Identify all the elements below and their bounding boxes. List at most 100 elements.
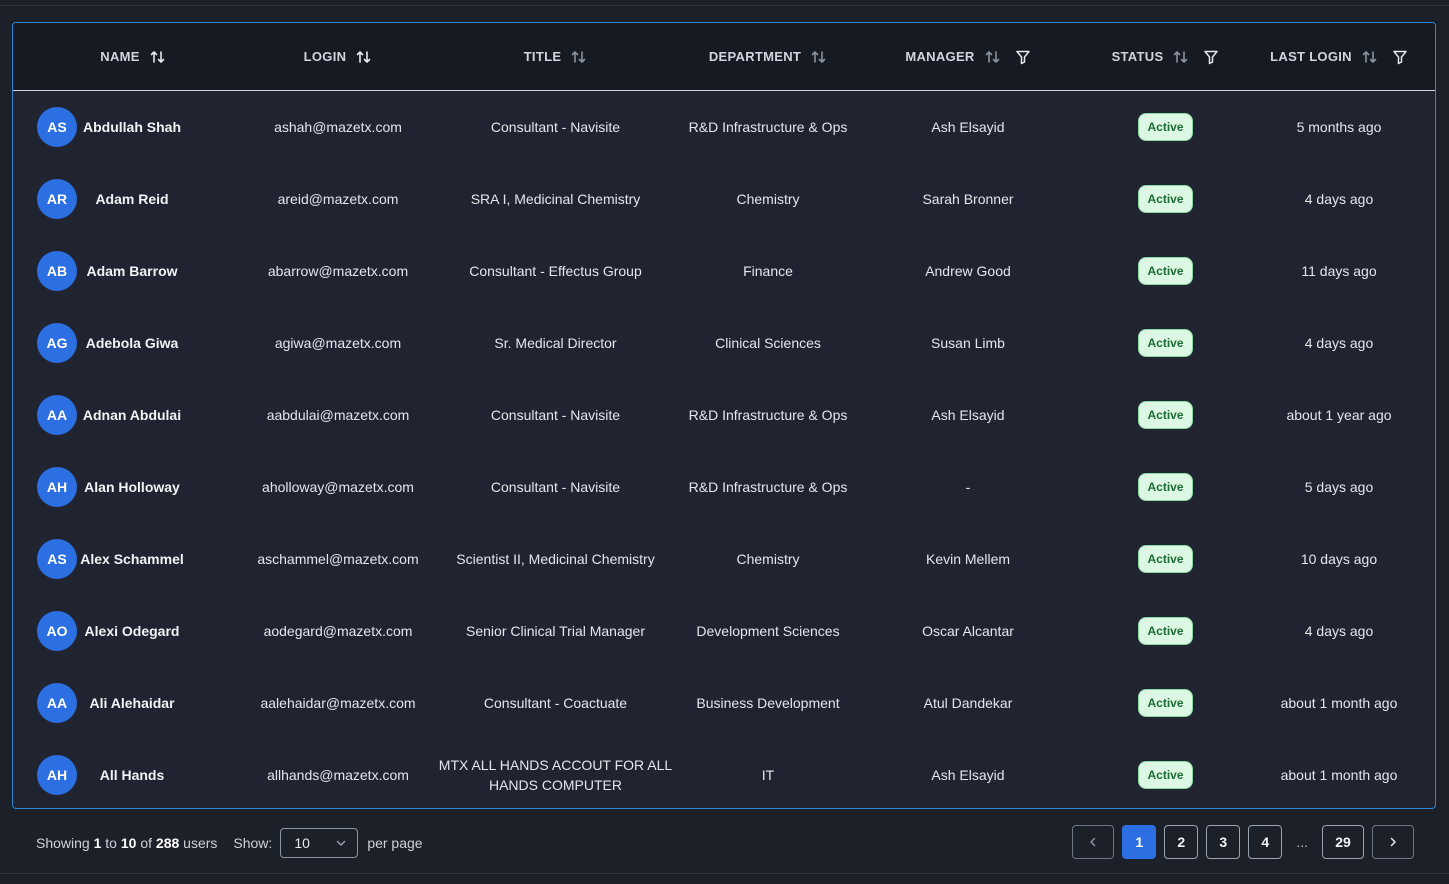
table-row[interactable]: AO Alexi Odegard aodegard@mazetx.com Sen… [13,595,1435,667]
last-login-cell: 5 months ago [1296,119,1382,135]
status-cell: Active [1088,689,1243,717]
page-button-2[interactable]: 2 [1164,825,1199,859]
footer-divider [0,873,1449,874]
column-header-name[interactable]: NAME [13,23,253,90]
sort-icon[interactable] [1173,49,1189,65]
filter-icon[interactable] [1203,49,1219,65]
login-cell: aabdulai@mazetx.com [266,407,410,423]
department-cell: IT [761,767,775,783]
person-name: Alexi Odegard [84,623,180,639]
last-login-cell: 11 days ago [1301,263,1377,279]
login-cell: agiwa@mazetx.com [274,335,402,351]
column-header-last-login[interactable]: LAST LOGIN [1243,23,1435,90]
column-header-department[interactable]: DEPARTMENT [688,23,848,90]
manager-cell: Sarah Bronner [922,191,1014,207]
table-body: AS Abdullah Shah ashah@mazetx.com Consul… [13,91,1435,808]
sort-icon[interactable] [356,49,372,65]
table-row[interactable]: AA Ali Alehaidar aalehaidar@mazetx.com C… [13,667,1435,739]
previous-page-button[interactable] [1072,825,1115,859]
table-row[interactable]: AB Adam Barrow abarrow@mazetx.com Consul… [13,235,1435,307]
table-row[interactable]: AG Adebola Giwa agiwa@mazetx.com Sr. Med… [13,307,1435,379]
status-badge: Active [1138,185,1193,213]
sort-icon[interactable] [150,49,166,65]
manager-cell: Kevin Mellem [925,551,1011,567]
column-header-title[interactable]: TITLE [423,23,688,90]
last-login-cell: about 1 year ago [1286,407,1392,423]
manager-cell: Oscar Alcantar [922,623,1014,639]
avatar: AA [37,683,77,723]
name-cell: AB Adam Barrow [13,251,253,291]
pagination-ellipsis: ... [1296,834,1308,850]
avatar: AA [37,395,77,435]
status-badge: Active [1138,473,1193,501]
title-cell: Consultant - Navisite [490,119,621,135]
manager-cell: - [965,479,971,495]
status-cell: Active [1088,401,1243,429]
status-cell: Active [1088,329,1243,357]
chevron-left-icon [1090,837,1096,847]
status-cell: Active [1088,185,1243,213]
manager-cell: Susan Limb [931,335,1005,351]
table-footer: Showing 1 to 10 of 288 users Show: 10 pe… [12,812,1436,874]
table-row[interactable]: AH All Hands allhands@mazetx.com MTX ALL… [13,739,1435,808]
name-cell: AA Adnan Abdulai [13,395,253,435]
page-button-last[interactable]: 29 [1322,825,1364,859]
status-cell: Active [1088,257,1243,285]
name-cell: AS Abdullah Shah [13,107,253,147]
column-header-manager[interactable]: MANAGER [848,23,1088,90]
avatar: AB [37,251,77,291]
table-row[interactable]: AS Alex Schammel aschammel@mazetx.com Sc… [13,523,1435,595]
manager-cell: Andrew Good [925,263,1011,279]
login-cell: abarrow@mazetx.com [267,263,409,279]
department-cell: Finance [743,263,793,279]
department-cell: R&D Infrastructure & Ops [688,479,848,495]
status-badge: Active [1138,329,1193,357]
status-badge: Active [1138,113,1193,141]
status-cell: Active [1088,617,1243,645]
table-row[interactable]: AR Adam Reid areid@mazetx.com SRA I, Med… [13,163,1435,235]
filter-icon[interactable] [1015,49,1031,65]
name-cell: AA Ali Alehaidar [13,683,253,723]
avatar: AO [37,611,77,651]
title-cell: SRA I, Medicinal Chemistry [470,191,641,207]
page-button-3[interactable]: 3 [1206,825,1241,859]
status-badge: Active [1138,545,1193,573]
avatar: AS [37,539,77,579]
person-name: Adebola Giwa [85,335,179,351]
login-cell: areid@mazetx.com [277,191,399,207]
name-cell: AO Alexi Odegard [13,611,253,651]
page-button-4[interactable]: 4 [1248,825,1283,859]
person-name: Alex Schammel [80,551,184,567]
person-name: Adam Barrow [86,263,178,279]
sort-icon[interactable] [1362,49,1378,65]
table-row[interactable]: AS Abdullah Shah ashah@mazetx.com Consul… [13,91,1435,163]
sort-icon[interactable] [811,49,827,65]
sort-icon[interactable] [571,49,587,65]
department-cell: Business Development [696,695,840,711]
manager-cell: Ash Elsayid [931,407,1005,423]
status-cell: Active [1088,113,1243,141]
page-size-value: 10 [294,835,310,851]
next-page-button[interactable] [1372,825,1414,859]
filter-icon[interactable] [1392,49,1408,65]
column-header-login[interactable]: LOGIN [253,23,423,90]
pagination: 1 2 3 4 ... 29 [1064,825,1414,859]
column-header-status[interactable]: STATUS [1088,23,1243,90]
chevron-right-icon [1390,837,1396,847]
page-button-1[interactable]: 1 [1122,825,1157,859]
last-login-cell: 4 days ago [1304,191,1374,207]
manager-cell: Ash Elsayid [931,767,1005,783]
title-cell: Consultant - Navisite [490,479,621,495]
login-cell: aholloway@mazetx.com [262,479,414,495]
name-cell: AG Adebola Giwa [13,323,253,363]
results-summary: Showing 1 to 10 of 288 users [36,835,218,851]
avatar: AH [37,467,77,507]
table-row[interactable]: AA Adnan Abdulai aabdulai@mazetx.com Con… [13,379,1435,451]
page-size-select[interactable]: 10 [280,828,359,858]
table-row[interactable]: AH Alan Holloway aholloway@mazetx.com Co… [13,451,1435,523]
status-badge: Active [1138,617,1193,645]
status-cell: Active [1088,473,1243,501]
sort-icon[interactable] [985,49,1001,65]
chevron-down-icon [337,840,346,846]
avatar: AR [37,179,77,219]
